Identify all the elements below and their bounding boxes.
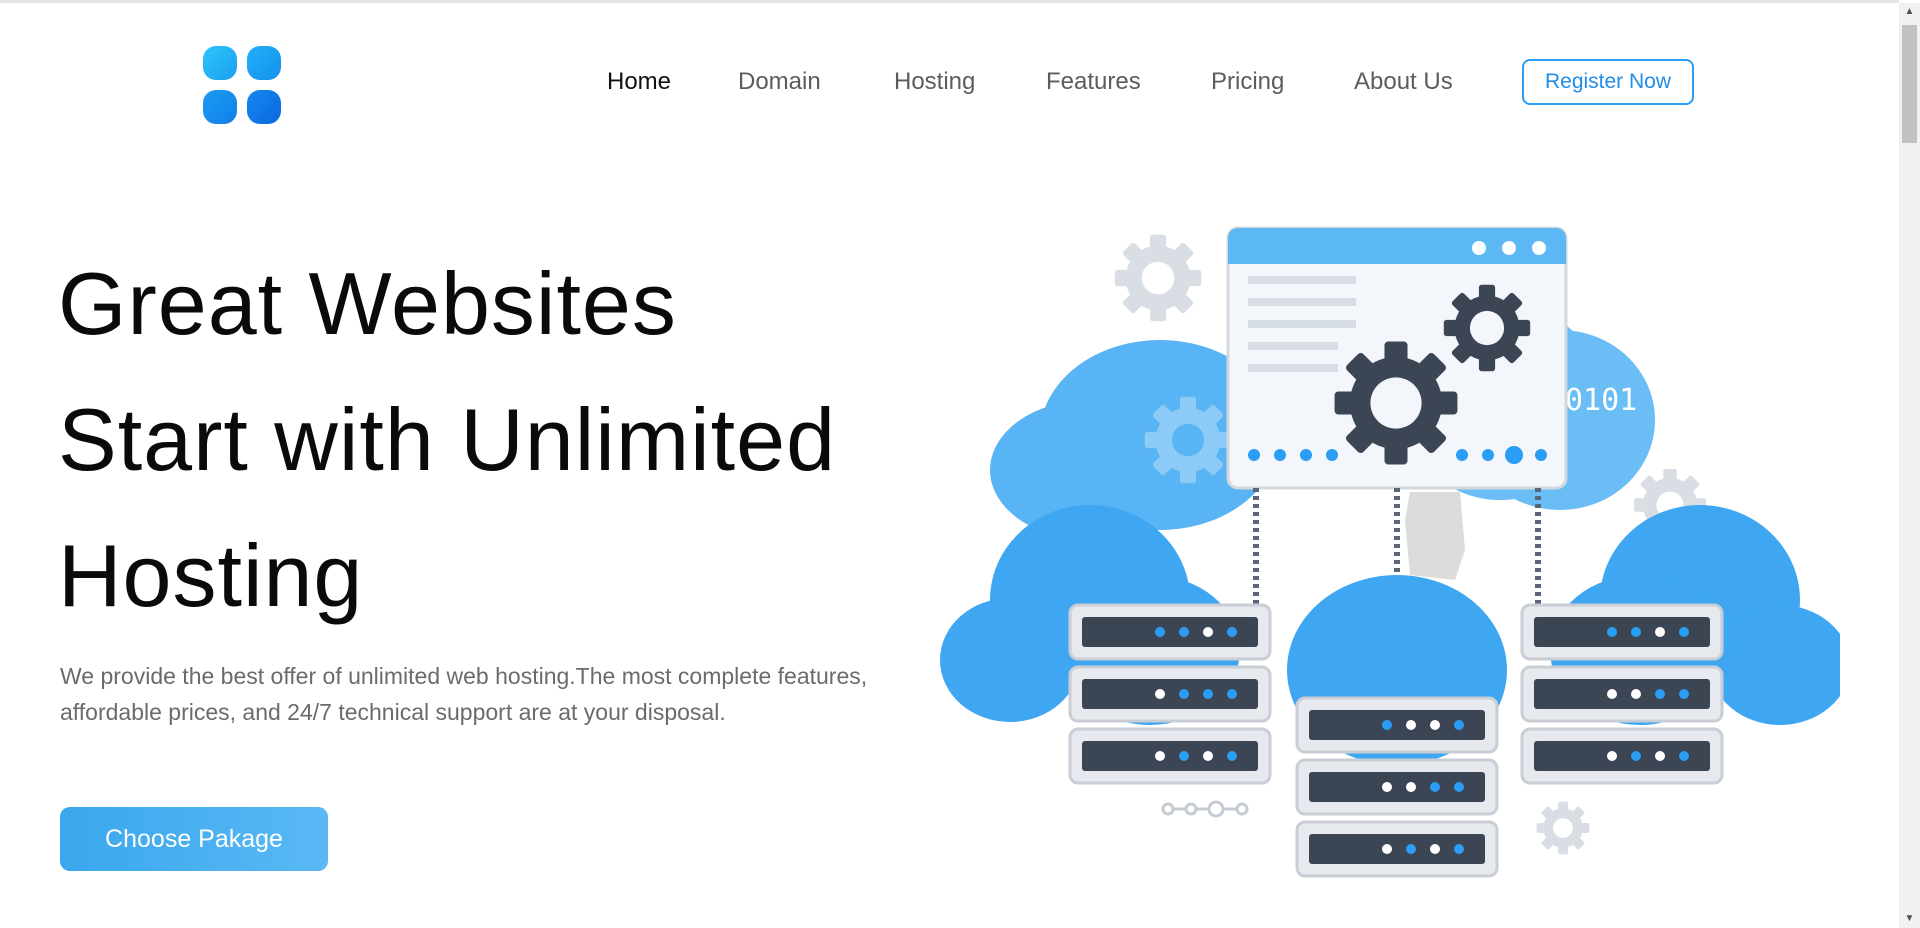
server-stack-left xyxy=(1068,603,1272,785)
binary-text: 0101 xyxy=(1565,383,1637,418)
scroll-up-arrow-icon[interactable]: ▲ xyxy=(1899,3,1920,21)
nav-pricing[interactable]: Pricing xyxy=(1211,62,1284,102)
gear-icon xyxy=(1144,396,1232,484)
gear-icon xyxy=(1114,234,1202,322)
nav-hosting[interactable]: Hosting xyxy=(894,62,975,102)
window-top-border xyxy=(0,0,1899,3)
nav-about-us[interactable]: About Us xyxy=(1354,62,1453,102)
nav-features[interactable]: Features xyxy=(1046,62,1141,102)
hero-title-line-1: Great Websites xyxy=(58,254,677,353)
hero-title-line-3: Hosting xyxy=(58,526,364,625)
page-scrollbar[interactable]: ▲ ▼ xyxy=(1899,3,1920,928)
logo-icon[interactable] xyxy=(203,46,281,124)
nav-home[interactable]: Home xyxy=(607,62,671,102)
nav-domain[interactable]: Domain xyxy=(738,62,821,102)
browser-window-graphic xyxy=(1226,226,1568,490)
hero-title-line-2: Start with Unlimited xyxy=(58,390,837,489)
hero-description: We provide the best offer of unlimited w… xyxy=(60,663,868,725)
cable-chain-decoration xyxy=(1161,800,1249,818)
cloud-server-illustration: 0101 xyxy=(940,226,1840,878)
scroll-thumb[interactable] xyxy=(1902,25,1917,143)
server-stack-right xyxy=(1520,603,1724,785)
choose-package-button[interactable]: Choose Pakage xyxy=(60,807,328,871)
register-now-button[interactable]: Register Now xyxy=(1522,59,1694,105)
scroll-down-arrow-icon[interactable]: ▼ xyxy=(1899,910,1920,928)
hero-title: Great Websites Start with Unlimited Host… xyxy=(58,236,958,644)
server-stack-center xyxy=(1295,696,1499,878)
hand-graphic xyxy=(1405,492,1465,580)
gear-icon xyxy=(1536,801,1590,855)
